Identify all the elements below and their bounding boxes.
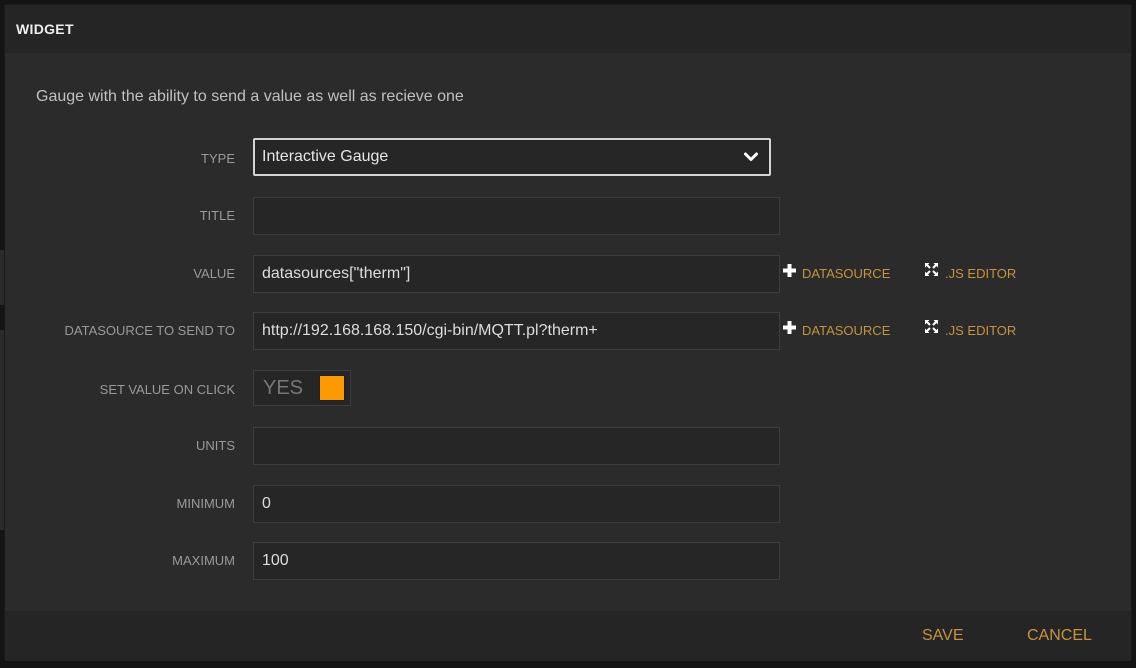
- maximum-input[interactable]: 100: [253, 542, 780, 580]
- plus-icon: [783, 311, 796, 349]
- minimum-input[interactable]: 0: [253, 485, 780, 523]
- minimum-label: MINIMUM: [176, 496, 236, 511]
- datasource-to-send-to-input[interactable]: http://192.168.168.150/cgi-bin/MQTT.pl?t…: [253, 312, 780, 350]
- units-row: UNITS: [5, 427, 1105, 465]
- set-value-on-click-row: SET VALUE ON CLICK YES: [5, 370, 1105, 409]
- type-label: TYPE: [201, 151, 235, 166]
- value-row: VALUE datasources["therm"] DATASOURCE .J…: [5, 255, 1105, 293]
- units-label: UNITS: [196, 438, 235, 453]
- add-datasource-button[interactable]: DATASOURCE: [783, 312, 890, 350]
- add-datasource-label: DATASOURCE: [802, 266, 891, 281]
- title-label: TITLE: [199, 208, 235, 223]
- datasource-to-send-to-row: DATASOURCE TO SEND TO http://192.168.168…: [5, 312, 1105, 350]
- maximum-label: MAXIMUM: [172, 553, 235, 568]
- chevron-down-icon: [743, 140, 759, 174]
- set-value-on-click-label: SET VALUE ON CLICK: [99, 382, 235, 397]
- datasource-to-send-to-label: DATASOURCE TO SEND TO: [64, 323, 235, 338]
- widget-description: Gauge with the ability to send a value a…: [36, 88, 464, 105]
- expand-icon: [924, 311, 939, 349]
- dialog-footer: SAVE CANCEL: [5, 611, 1131, 661]
- add-datasource-button[interactable]: DATASOURCE: [783, 255, 890, 293]
- units-input[interactable]: [253, 427, 780, 465]
- js-editor-label: .JS EDITOR: [945, 323, 1017, 338]
- expand-icon: [924, 254, 939, 292]
- cancel-button[interactable]: CANCEL: [1027, 611, 1092, 661]
- js-editor-button[interactable]: .JS EDITOR: [924, 312, 1016, 350]
- widget-dialog: WIDGET Gauge with the ability to send a …: [4, 4, 1132, 661]
- title-input[interactable]: [253, 197, 780, 235]
- plus-icon: [783, 254, 796, 292]
- maximum-row: MAXIMUM 100: [5, 542, 1105, 580]
- type-select-value: Interactive Gauge: [262, 148, 389, 165]
- title-row: TITLE: [5, 197, 1105, 235]
- js-editor-label: .JS EDITOR: [945, 266, 1017, 281]
- toggle-state-text: YES: [263, 377, 304, 399]
- value-input[interactable]: datasources["therm"]: [253, 255, 780, 293]
- set-value-on-click-toggle[interactable]: YES: [253, 370, 351, 406]
- toggle-knob: [319, 375, 345, 401]
- save-button[interactable]: SAVE: [922, 611, 964, 661]
- minimum-row: MINIMUM 0: [5, 485, 1105, 523]
- add-datasource-label: DATASOURCE: [802, 323, 891, 338]
- type-row: TYPE Interactive Gauge: [5, 138, 1105, 178]
- value-label: VALUE: [193, 266, 235, 281]
- dialog-header: WIDGET: [5, 5, 1131, 53]
- dialog-title: WIDGET: [16, 21, 74, 37]
- type-select[interactable]: Interactive Gauge: [253, 138, 771, 176]
- js-editor-button[interactable]: .JS EDITOR: [924, 255, 1016, 293]
